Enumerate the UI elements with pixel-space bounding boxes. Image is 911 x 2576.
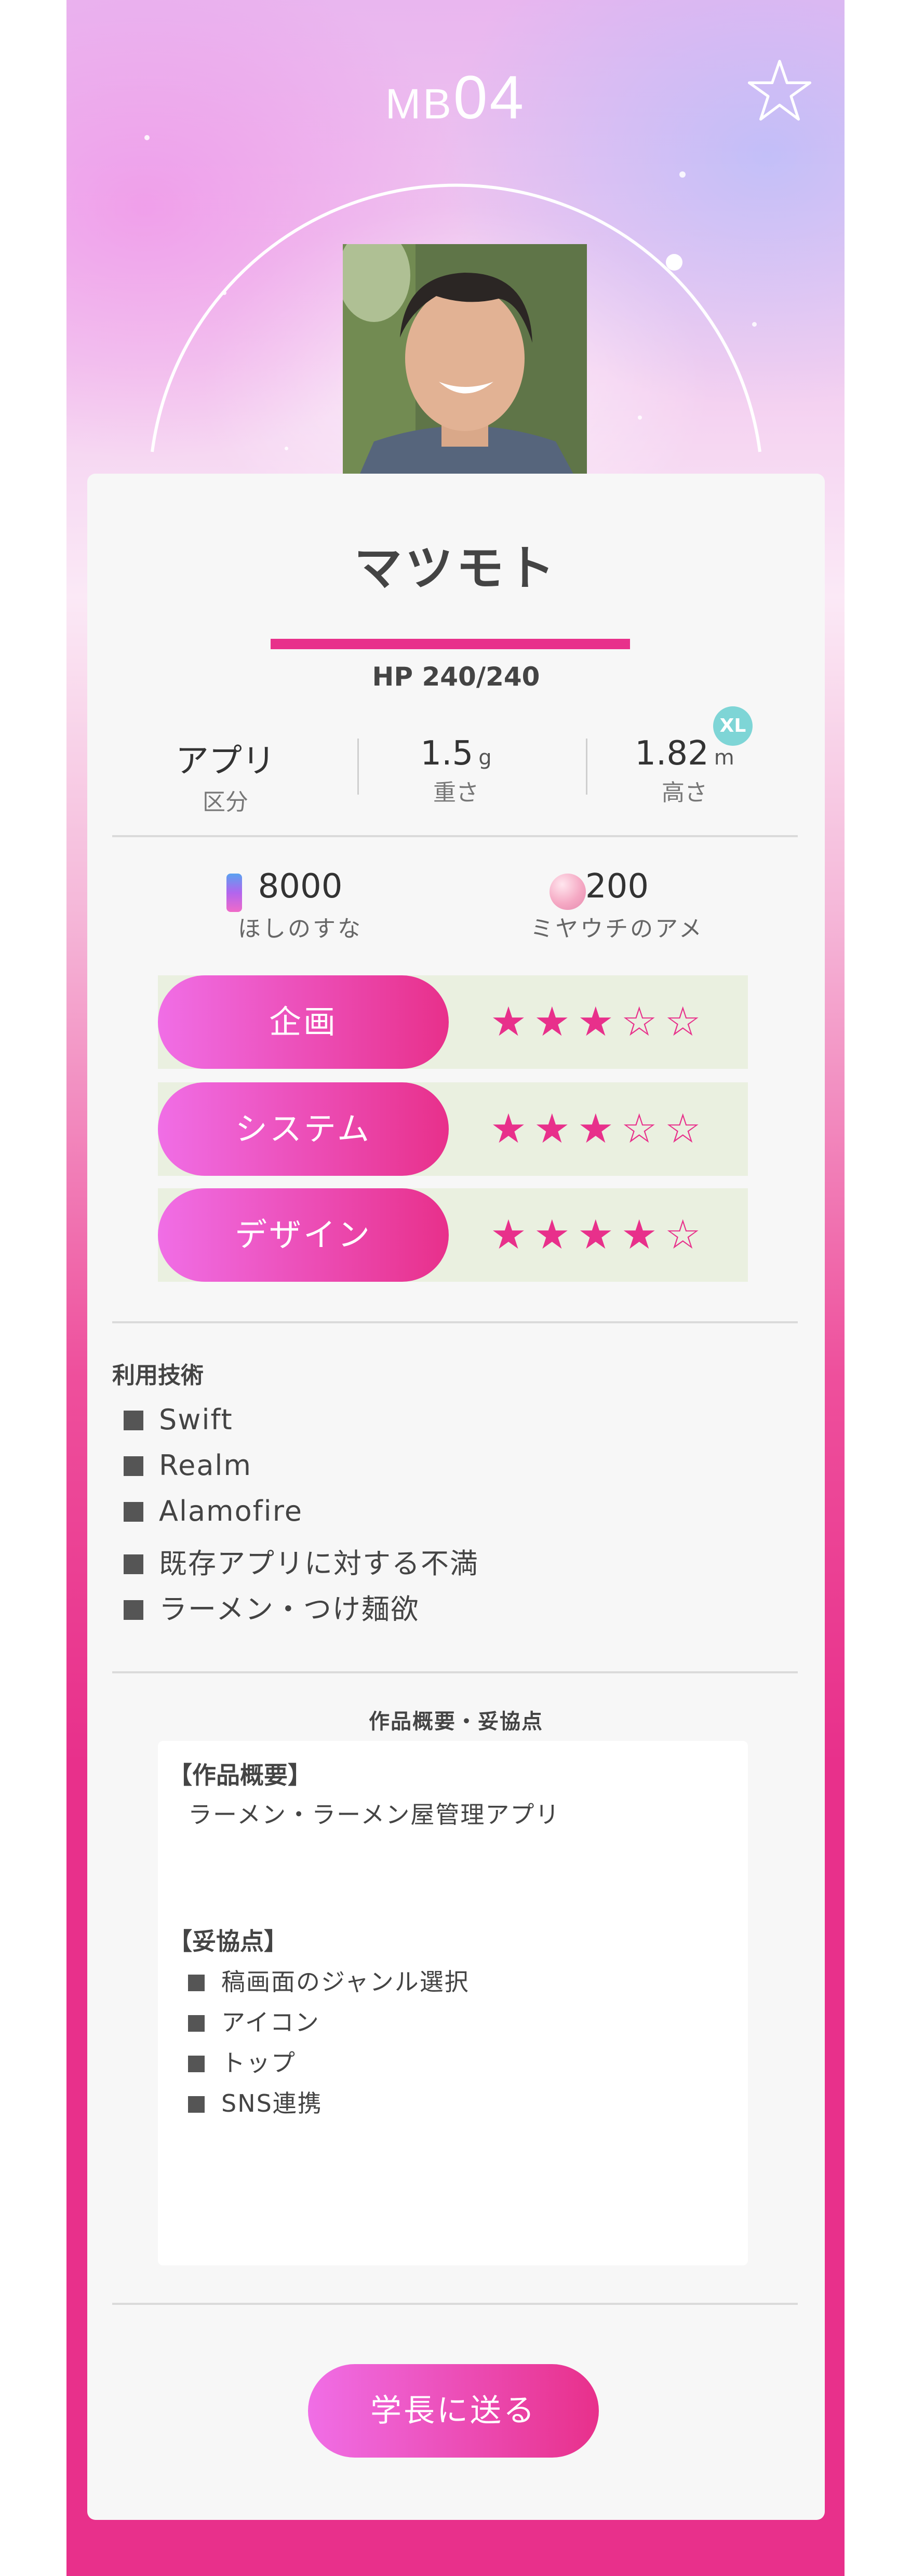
divider [112, 1321, 798, 1323]
list-item-text: 稿画面のジャンル選択 [221, 1968, 470, 1996]
skill-label-system: システム [158, 1082, 449, 1176]
stat-height: 1.82 m 高さ [575, 734, 794, 807]
list-item-text: Realm [159, 1449, 252, 1482]
skill-stars: ★★★☆☆ [490, 1106, 708, 1152]
summary-box: 【作品概要】 ラーメン・ラーメン屋管理アプリ 【妥協点】 稿画面のジャンル選択 … [158, 1741, 748, 2265]
list-item: Alamofire [124, 1495, 303, 1527]
stat-category: アプリ 区分 [116, 734, 334, 816]
list-item-text: Alamofire [159, 1495, 303, 1527]
bullet-square-icon [124, 1554, 143, 1574]
list-item-text: 既存アプリに対する不満 [159, 1547, 479, 1580]
stat-height-value: 1.82 [635, 734, 709, 773]
profile-screen: MB04 マツモト HP 240/240 アプリ 区分 1.5 g 重さ 1.8… [66, 0, 845, 2576]
compromise-heading: 【妥協点】 [168, 1927, 288, 1955]
avatar [343, 244, 587, 489]
skill-label-planning: 企画 [158, 975, 449, 1069]
bullet-square-icon [188, 2056, 205, 2072]
bullet-square-icon [124, 1411, 143, 1430]
profile-card: マツモト HP 240/240 アプリ 区分 1.5 g 重さ 1.82 m 高さ … [87, 474, 825, 2520]
hp-label: HP 240/240 [372, 662, 540, 692]
model-code-number: 04 [453, 63, 526, 132]
list-item: 稿画面のジャンル選択 [188, 1963, 470, 1997]
bullet-square-icon [188, 2015, 205, 2032]
bullet-square-icon [124, 1502, 143, 1522]
overview-heading: 【作品概要】 [168, 1761, 312, 1789]
resource-candy: 200 ミヤウチのアメ [472, 867, 762, 943]
stat-weight: 1.5 g 重さ [347, 734, 565, 807]
summary-section-title: 作品概要・妥協点 [369, 1710, 543, 1734]
skill-row-design: デザイン ★★★★☆ [158, 1188, 748, 1282]
list-item-text: SNS連携 [221, 2089, 323, 2117]
candy-label: ミヤウチのアメ [530, 916, 704, 942]
star-outline-icon [747, 60, 812, 121]
skill-stars: ★★★☆☆ [490, 999, 708, 1045]
resource-stardust: 8000 ほしのすな [155, 867, 446, 943]
list-item-text: アイコン [221, 2008, 320, 2036]
stat-category-value: アプリ [176, 742, 275, 781]
candy-value: 200 [585, 867, 649, 906]
skill-stars: ★★★★☆ [490, 1212, 708, 1258]
skill-row-system: システム ★★★☆☆ [158, 1082, 748, 1176]
stat-weight-unit: g [478, 746, 492, 770]
stardust-value: 8000 [258, 867, 343, 906]
list-item: アイコン [188, 2004, 320, 2038]
bullet-square-icon [124, 1456, 143, 1476]
list-item: トップ [188, 2044, 296, 2078]
list-item-text: Swift [159, 1403, 233, 1436]
stat-height-unit: m [714, 746, 734, 770]
stat-weight-label: 重さ [433, 780, 479, 806]
divider [112, 1671, 798, 1673]
list-item: Realm [124, 1449, 252, 1482]
divider [112, 835, 798, 837]
skill-row-planning: 企画 ★★★☆☆ [158, 975, 748, 1069]
list-item: Swift [124, 1403, 233, 1436]
model-code: MB04 [66, 62, 845, 133]
list-item-text: ラーメン・つけ麺欲 [159, 1593, 420, 1626]
list-item: 既存アプリに対する不満 [124, 1540, 479, 1581]
list-item-text: トップ [221, 2049, 296, 2077]
send-to-president-button[interactable]: 学長に送る [308, 2364, 599, 2458]
stat-category-label: 区分 [203, 789, 248, 815]
hp-bar [271, 639, 630, 649]
overview-text: ラーメン・ラーメン屋管理アプリ [188, 1801, 560, 1829]
size-badge: XL [713, 706, 753, 746]
tech-section-title: 利用技術 [112, 1362, 204, 1389]
skill-label-design: デザイン [158, 1188, 449, 1282]
list-item: ラーメン・つけ麺欲 [124, 1586, 420, 1627]
bullet-square-icon [188, 1975, 205, 1991]
level-arc-marker [666, 254, 682, 271]
favorite-button[interactable] [746, 57, 813, 125]
list-item: SNS連携 [188, 2085, 323, 2119]
divider [112, 2303, 798, 2305]
stat-height-label: 高さ [662, 780, 707, 806]
model-code-prefix: MB [385, 81, 453, 128]
stat-weight-value: 1.5 [420, 734, 474, 773]
character-name: マツモト [354, 541, 558, 596]
bullet-square-icon [188, 2096, 205, 2113]
stardust-label: ほしのすな [238, 916, 363, 942]
bullet-square-icon [124, 1600, 143, 1620]
